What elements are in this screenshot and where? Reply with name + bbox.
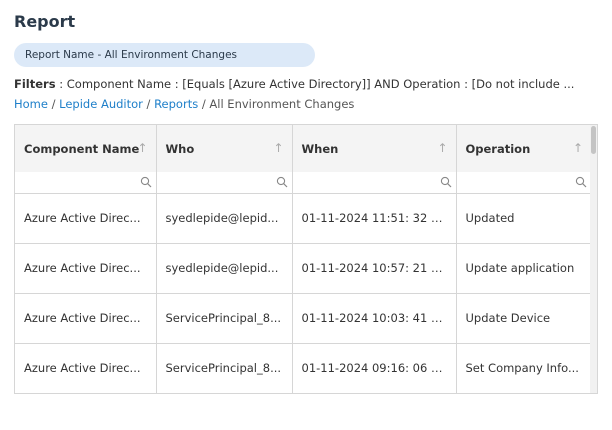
breadcrumb-current: All Environment Changes	[209, 97, 355, 111]
sort-arrow-icon[interactable]: ↑	[273, 141, 283, 155]
report-grid: Component Name ↑ Who ↑ When ↑ Operation ↑ Az…	[14, 124, 598, 394]
cell-when: 01-11-2024 11:51: 32 PM	[292, 193, 457, 244]
filters-label: Filters	[14, 77, 56, 91]
search-icon[interactable]	[140, 176, 152, 188]
cell-who: syedlepide@lepid...	[156, 193, 293, 244]
search-icon[interactable]	[440, 176, 452, 188]
cell-when: 01-11-2024 10:57: 21 PM	[292, 243, 457, 294]
report-name-pill: Report Name - All Environment Changes	[14, 43, 315, 67]
column-header-who[interactable]: Who ↑	[156, 125, 293, 172]
breadcrumb-reports[interactable]: Reports	[154, 97, 198, 111]
filter-cell-component-name	[15, 172, 157, 194]
cell-who: syedlepide@lepid...	[156, 243, 293, 294]
breadcrumb-separator: /	[47, 97, 60, 111]
report-table: Component Name ↑ Who ↑ When ↑ Operation ↑ Az…	[15, 125, 591, 393]
cell-component-name: Azure Active Direc...	[15, 243, 157, 294]
filters-summary: Filters : Component Name : [Equals [Azur…	[14, 77, 604, 91]
header-row: Component Name ↑ Who ↑ When ↑ Operation ↑	[15, 125, 591, 172]
vertical-scrollbar[interactable]	[590, 125, 597, 393]
filter-cell-who	[156, 172, 293, 194]
table-row[interactable]: Azure Active Direc... syedlepide@lepid..…	[15, 243, 591, 294]
filters-text: : Component Name : [Equals [Azure Active…	[55, 77, 575, 91]
filter-cell-operation	[456, 172, 591, 194]
search-icon[interactable]	[575, 176, 587, 188]
column-header-operation[interactable]: Operation ↑	[456, 125, 591, 172]
breadcrumb-separator: /	[198, 97, 210, 111]
cell-when: 01-11-2024 09:16: 06 PM	[292, 343, 457, 393]
column-header-when[interactable]: When ↑	[292, 125, 457, 172]
breadcrumb-separator: /	[142, 97, 155, 111]
cell-component-name: Azure Active Direc...	[15, 343, 157, 393]
cell-component-name: Azure Active Direc...	[15, 193, 157, 244]
filter-input-operation[interactable]	[456, 172, 591, 193]
cell-component-name: Azure Active Direc...	[15, 293, 157, 344]
cell-operation: Update Device	[456, 293, 591, 344]
cell-operation: Updated	[456, 193, 591, 244]
filter-input-who[interactable]	[156, 172, 292, 193]
cell-who: ServicePrincipal_8...	[156, 293, 293, 344]
filter-cell-when	[292, 172, 457, 194]
cell-when: 01-11-2024 10:03: 41 PM	[292, 293, 457, 344]
breadcrumb-lepide-auditor[interactable]: Lepide Auditor	[59, 97, 143, 111]
cell-operation: Update application	[456, 243, 591, 294]
filter-input-when[interactable]	[292, 172, 456, 193]
breadcrumb: Home / Lepide Auditor / Reports / All En…	[14, 97, 354, 111]
table-row[interactable]: Azure Active Direc... ServicePrincipal_8…	[15, 293, 591, 344]
search-icon[interactable]	[276, 176, 288, 188]
filter-input-component-name[interactable]	[15, 172, 156, 193]
table-row[interactable]: Azure Active Direc... syedlepide@lepid..…	[15, 193, 591, 244]
sort-arrow-icon[interactable]: ↑	[573, 141, 583, 155]
sort-arrow-icon[interactable]: ↑	[137, 141, 147, 155]
cell-operation: Set Company Info...	[456, 343, 591, 393]
table-row[interactable]: Azure Active Direc... ServicePrincipal_8…	[15, 343, 591, 393]
column-header-component-name[interactable]: Component Name ↑	[15, 125, 157, 172]
scrollbar-thumb[interactable]	[591, 126, 596, 154]
cell-who: ServicePrincipal_8...	[156, 343, 293, 393]
sort-arrow-icon[interactable]: ↑	[437, 141, 447, 155]
breadcrumb-home[interactable]: Home	[14, 97, 48, 111]
page-title: Report	[14, 12, 76, 31]
filter-row	[15, 172, 591, 194]
